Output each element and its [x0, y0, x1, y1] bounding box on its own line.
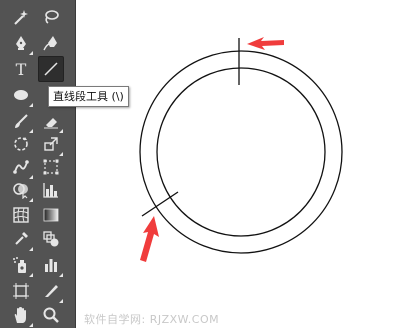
curvature-pen-icon	[43, 36, 57, 51]
blend-icon	[43, 231, 59, 247]
type-tool[interactable]: T	[8, 56, 34, 82]
lasso-icon	[45, 10, 59, 24]
gradient-icon	[43, 208, 59, 222]
magic-wand-icon	[14, 10, 28, 25]
artboard-icon	[13, 283, 29, 299]
hand-icon	[14, 307, 26, 323]
flyout-indicator	[29, 273, 33, 277]
inner-circle[interactable]	[156, 67, 326, 237]
zoom-magnifier-icon	[43, 307, 59, 323]
flyout-indicator	[29, 51, 33, 55]
lasso-tool[interactable]	[38, 4, 64, 30]
hand-tool[interactable]	[8, 302, 34, 328]
pen-icon	[16, 36, 26, 50]
flyout-indicator	[29, 247, 33, 251]
red-arrow-bottom	[140, 216, 159, 262]
shape-builder-icon	[13, 183, 28, 199]
red-arrow-top	[247, 37, 284, 50]
free-transform-icon	[43, 159, 59, 175]
flyout-indicator	[29, 103, 33, 107]
outer-circle[interactable]	[139, 50, 343, 254]
slice-knife-icon	[45, 285, 58, 297]
column-graph-icon	[45, 259, 57, 272]
pen-tool[interactable]	[8, 30, 34, 56]
rotate-icon	[14, 137, 28, 151]
watermark-text: 软件自学网: RJZXW.COM	[84, 313, 220, 326]
symbol-sprayer-icon	[13, 257, 26, 273]
eyedropper-tool[interactable]	[8, 226, 34, 252]
ellipse-tool[interactable]	[8, 82, 34, 108]
artboard-canvas[interactable]	[76, 0, 400, 328]
zoom-tool[interactable]	[38, 302, 64, 328]
graph-tool[interactable]	[38, 177, 64, 203]
tools-panel: T	[0, 0, 76, 328]
column-graph-tool[interactable]	[38, 252, 64, 278]
slice-tool[interactable]	[38, 278, 64, 304]
magic-wand-tool[interactable]	[8, 4, 34, 30]
line-segment-tool[interactable]	[38, 56, 64, 82]
flyout-indicator	[59, 273, 63, 277]
type-icon: T	[16, 60, 27, 78]
scale-icon	[44, 137, 58, 151]
gradient-tool[interactable]	[38, 202, 64, 228]
mesh-tool[interactable]	[8, 202, 34, 228]
puppet-warp-icon	[13, 160, 29, 174]
flyout-indicator	[29, 323, 33, 327]
shape-builder-tool[interactable]	[8, 177, 34, 203]
svg-text:T: T	[16, 60, 27, 78]
artboard-tool[interactable]	[8, 278, 34, 304]
curvature-tool[interactable]	[38, 30, 64, 56]
paintbrush-icon	[15, 114, 28, 128]
eraser-icon	[44, 118, 58, 129]
eyedropper-icon	[15, 232, 28, 245]
symbol-sprayer-tool[interactable]	[8, 252, 34, 278]
line-segment-icon	[44, 62, 58, 76]
blend-tool[interactable]	[38, 226, 64, 252]
ellipse-icon	[14, 90, 28, 100]
bar-graph-icon	[43, 183, 58, 198]
mesh-icon	[13, 207, 29, 223]
